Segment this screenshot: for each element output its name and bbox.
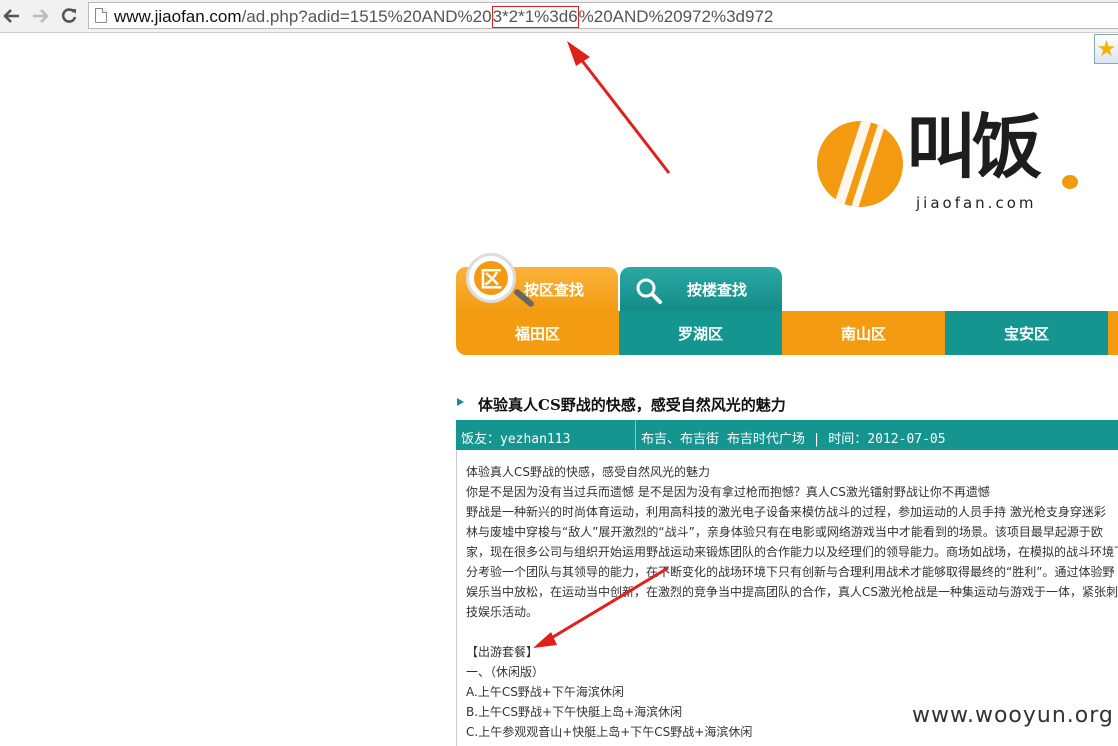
watermark: www.wooyun.org bbox=[912, 703, 1114, 728]
arrow-head-url bbox=[567, 41, 590, 66]
annotation-arrows bbox=[533, 41, 671, 648]
arrow-to-url bbox=[578, 57, 671, 174]
arrow-to-content bbox=[547, 566, 669, 642]
arrow-head-content bbox=[533, 632, 557, 648]
